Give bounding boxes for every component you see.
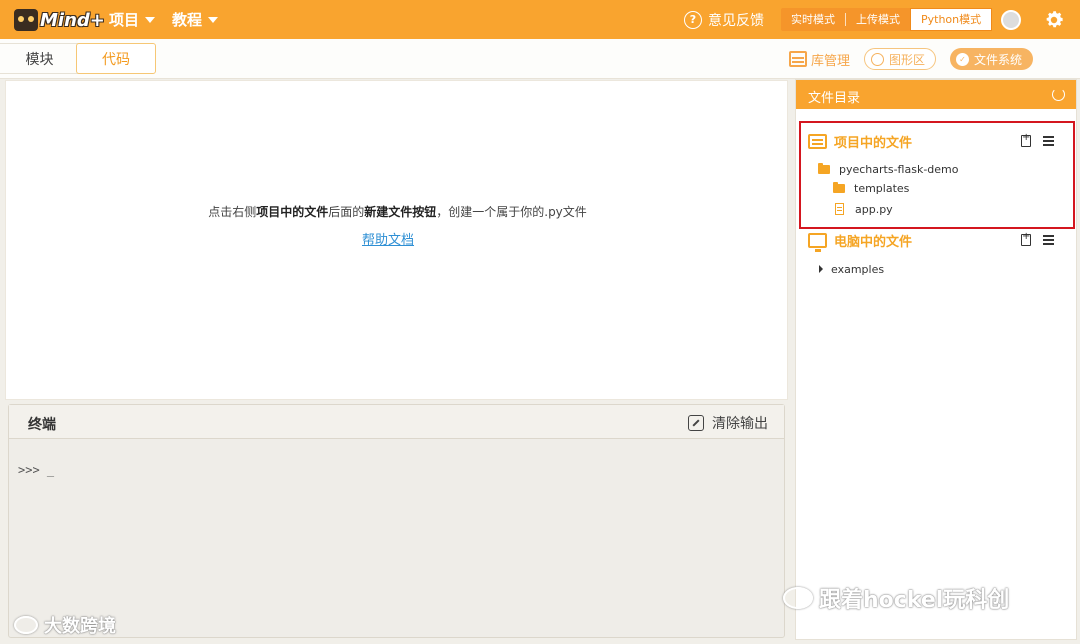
mode-divider — [845, 13, 846, 26]
mindplus-logo[interactable]: Mind+ — [14, 6, 105, 34]
avatar[interactable] — [1001, 10, 1021, 30]
check-circle-icon — [871, 52, 884, 66]
library-icon — [789, 51, 807, 67]
file-system-toggle[interactable]: ✓ 文件系统 — [950, 48, 1033, 70]
watermark-right: 跟着hockel玩科创 — [783, 582, 1009, 614]
terminal-header: 终端 清除输出 — [9, 405, 784, 439]
gear-icon[interactable] — [1043, 9, 1065, 31]
terminal-prompt[interactable]: >>> _ — [18, 463, 54, 477]
logo-text: Mind+ — [40, 9, 105, 31]
chevron-down-icon — [208, 16, 219, 23]
tree-item-label: examples — [831, 262, 885, 276]
watermark-left: 大数跨境 — [14, 612, 116, 638]
menu-project[interactable]: 项目 — [109, 0, 156, 39]
clear-output-label: 清除输出 — [712, 416, 768, 432]
graph-area-toggle[interactable]: 图形区 — [864, 48, 936, 70]
mode-python[interactable]: Python模式 — [910, 8, 993, 31]
help-docs-link[interactable]: 帮助文档 — [362, 229, 414, 248]
highlight-box — [799, 121, 1075, 229]
empty-editor-hint: 点击右侧项目中的文件后面的新建文件按钮，创建一个属于你的.py文件 — [6, 203, 789, 220]
menu-tutorial-label: 教程 — [172, 11, 203, 29]
refresh-icon[interactable] — [1052, 88, 1065, 101]
code-editor[interactable]: 点击右侧项目中的文件后面的新建文件按钮，创建一个属于你的.py文件 帮助文档 — [5, 80, 788, 400]
terminal-panel: 终端 清除输出 >>> _ — [8, 404, 785, 638]
question-icon: ? — [684, 10, 702, 29]
tab-blocks[interactable]: 模块 — [0, 43, 80, 74]
library-manager-button[interactable]: 库管理 — [789, 49, 850, 69]
file-directory-title: 文件目录 — [808, 91, 861, 106]
feedback-button[interactable]: ? 意见反馈 — [684, 0, 764, 39]
mode-upload[interactable]: 上传模式 — [846, 8, 910, 31]
terminal-title: 终端 — [28, 417, 56, 433]
menu-tutorial[interactable]: 教程 — [172, 0, 219, 39]
menu-icon[interactable] — [1043, 239, 1054, 241]
file-directory-panel: 文件目录 项目中的文件 pyecharts-flask-demo templat… — [795, 79, 1077, 640]
file-system-label: 文件系统 — [974, 52, 1023, 67]
graph-area-label: 图形区 — [889, 52, 926, 67]
hint-text: 后面的 — [328, 205, 365, 219]
tab-code[interactable]: 代码 — [76, 43, 156, 74]
watermark-right-text: 跟着hockel玩科创 — [819, 588, 1010, 613]
mode-realtime[interactable]: 实时模式 — [781, 8, 845, 31]
top-bar: Mind+ 项目 教程 ? 意见反馈 实时模式 上传模式 Python模式 — [0, 0, 1080, 39]
computer-files-section[interactable]: 电脑中的文件 — [808, 230, 913, 252]
chevron-down-icon — [145, 16, 156, 23]
computer-files-actions — [1021, 230, 1054, 250]
hint-bold-project-files: 项目中的文件 — [256, 205, 329, 219]
library-manager-label: 库管理 — [811, 53, 851, 69]
caret-right-icon — [819, 265, 823, 273]
monitor-icon — [808, 232, 827, 252]
wechat-icon — [783, 587, 813, 609]
mode-switcher: 实时模式 上传模式 Python模式 — [781, 8, 993, 31]
menu-project-label: 项目 — [109, 11, 140, 29]
tab-bar: 模块 代码 库管理 图形区 ✓ 文件系统 — [0, 39, 1080, 79]
clear-output-button[interactable]: 清除输出 — [688, 413, 768, 433]
hint-text: ，创建一个属于你的.py文件 — [436, 205, 587, 219]
check-circle-icon: ✓ — [956, 52, 969, 66]
watermark-left-text: 大数跨境 — [44, 616, 116, 637]
computer-files-label: 电脑中的文件 — [834, 234, 913, 250]
feedback-label: 意见反馈 — [708, 12, 764, 29]
hint-bold-new-file-button: 新建文件按钮 — [364, 205, 437, 219]
eraser-icon — [688, 415, 704, 431]
robot-icon — [14, 9, 38, 31]
watermark-logo-icon — [14, 616, 38, 634]
new-file-icon[interactable] — [1021, 231, 1031, 246]
file-directory-header: 文件目录 — [796, 80, 1076, 109]
hint-text: 点击右侧 — [208, 205, 257, 219]
tree-item-folder[interactable]: examples — [819, 261, 884, 277]
